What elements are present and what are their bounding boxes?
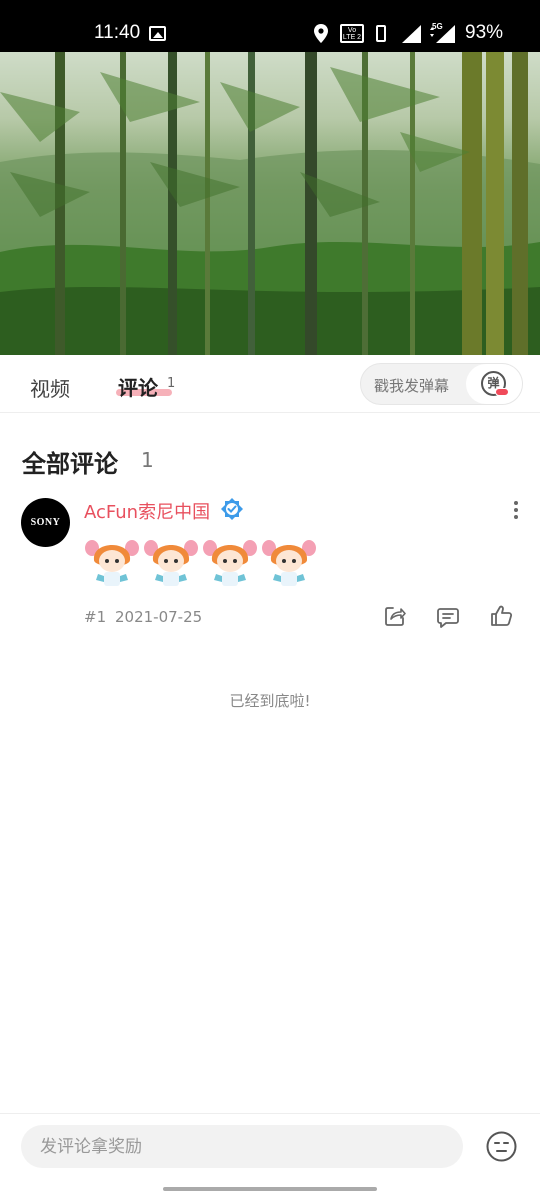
comment-input[interactable] — [21, 1125, 463, 1168]
like-icon[interactable] — [490, 604, 513, 627]
tab-comments-count: 1 — [167, 376, 176, 391]
bottom-comment-bar — [0, 1113, 540, 1200]
danmaku-toggle-button[interactable]: 弹 — [466, 364, 522, 404]
tab-video[interactable]: 视频 — [30, 373, 70, 402]
signal-icon — [402, 25, 421, 43]
video-frame-image — [0, 52, 540, 355]
volte-icon: Vo LTE 2 — [340, 24, 364, 43]
sticker-image — [203, 540, 257, 586]
location-icon — [314, 24, 328, 43]
comments-section-title: 全部评论 — [22, 450, 118, 478]
verified-badge-icon — [221, 498, 243, 520]
image-notification-icon — [149, 26, 166, 41]
video-player[interactable] — [0, 52, 540, 355]
reply-icon[interactable] — [437, 606, 459, 628]
share-icon[interactable] — [384, 605, 406, 627]
sticker-image — [85, 540, 139, 586]
home-indicator[interactable] — [163, 1187, 377, 1191]
comment-stickers — [84, 534, 324, 592]
battery-level: 93% — [465, 22, 504, 43]
commenter-username[interactable]: AcFun索尼中国 — [84, 498, 210, 524]
status-time: 11:40 — [94, 22, 141, 43]
danmaku-input[interactable]: 戳我发弹幕 弹 — [360, 363, 523, 405]
sticker-image — [144, 540, 198, 586]
status-bar: 11:40 Vo LTE 2 5G 93% — [0, 0, 540, 52]
commenter-avatar[interactable]: SONY — [21, 498, 70, 547]
comments-section-count: 1 — [141, 448, 154, 472]
tab-comments[interactable]: 评论 — [118, 372, 158, 401]
end-of-list-text: 已经到底啦! — [229, 692, 311, 710]
signal-5g-icon — [430, 25, 455, 43]
sticker-image — [262, 540, 316, 586]
vibrate-icon — [376, 25, 386, 42]
comment-date: 2021-07-25 — [115, 608, 203, 626]
danmaku-switch-indicator — [495, 388, 509, 396]
more-options-icon[interactable] — [508, 498, 524, 522]
emoji-icon[interactable] — [486, 1131, 517, 1162]
comment-floor-number: #1 — [84, 608, 107, 626]
tab-bar: 视频 评论 1 戳我发弹幕 弹 — [0, 355, 540, 413]
danmaku-placeholder: 戳我发弹幕 — [374, 377, 450, 395]
